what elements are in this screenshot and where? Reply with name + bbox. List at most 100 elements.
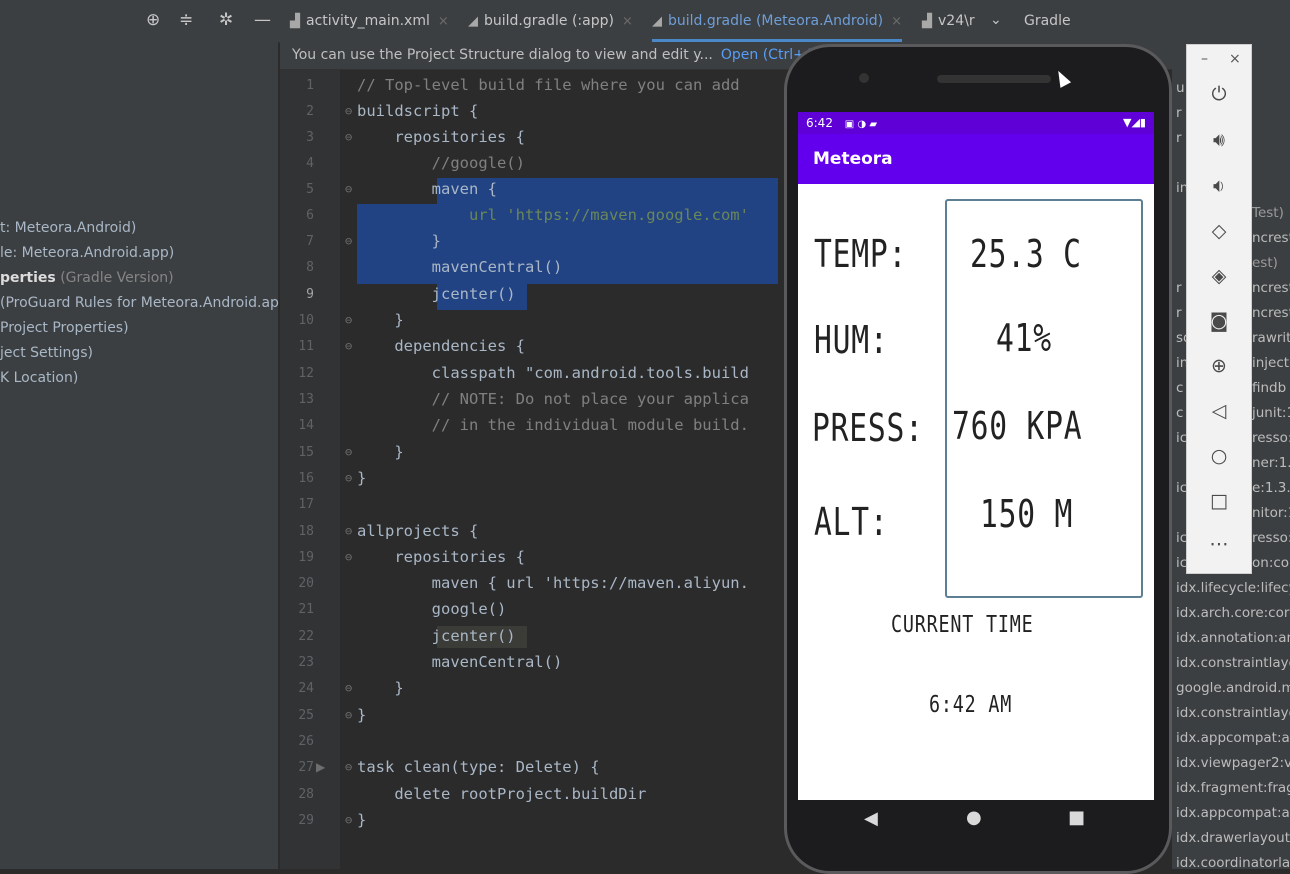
tab-build-gradle-project[interactable]: ◢ build.gradle (Meteora.Android) × xyxy=(652,0,903,42)
fold-marker-icon[interactable]: ⊖ xyxy=(345,760,352,774)
dependency-item[interactable]: r xyxy=(1176,130,1182,146)
nav-recents-icon[interactable]: ■ xyxy=(1068,807,1085,828)
dependency-item[interactable]: idx.lifecycle:lifecy xyxy=(1176,580,1290,596)
line-number: 23 xyxy=(298,655,314,670)
close-icon[interactable]: × xyxy=(891,14,902,29)
back-icon[interactable]: ◁ xyxy=(1187,400,1251,422)
dependency-item[interactable]: u xyxy=(1176,80,1185,96)
close-icon[interactable]: × xyxy=(1229,51,1241,67)
tab-v24[interactable]: ▟ v24\r xyxy=(922,0,975,42)
close-icon[interactable]: × xyxy=(438,14,449,29)
dependency-item[interactable]: idx.drawerlayout: xyxy=(1176,830,1290,846)
run-gutter-icon[interactable]: ▶ xyxy=(316,760,325,774)
dependency-item[interactable]: idx.fragment:frag xyxy=(1176,780,1290,796)
dependency-item[interactable]: idx.viewpager2:vi xyxy=(1176,755,1290,771)
camera-icon[interactable]: ◙ xyxy=(1187,310,1251,332)
dependency-item[interactable]: nitor:1 xyxy=(1252,505,1290,521)
fold-marker-icon[interactable]: ⊖ xyxy=(345,130,352,144)
dependency-item[interactable]: idx.arch.core:core xyxy=(1176,605,1290,621)
volume-down-icon[interactable]: 🔉︎ xyxy=(1187,175,1251,197)
dependency-item[interactable]: r xyxy=(1176,305,1182,321)
dependency-item[interactable]: ncrest xyxy=(1252,230,1290,246)
rotate-left-icon[interactable]: ◇ xyxy=(1187,220,1251,242)
dependency-item[interactable]: rawrit xyxy=(1252,330,1290,346)
fold-marker-icon[interactable]: ⊖ xyxy=(345,339,352,353)
fold-marker-icon[interactable]: ⊖ xyxy=(345,234,352,248)
alt-value: 150 M xyxy=(980,492,1074,536)
code-line: } xyxy=(357,811,367,829)
rotate-right-icon[interactable]: ◈ xyxy=(1187,265,1251,287)
fold-marker-icon[interactable]: ⊖ xyxy=(345,708,352,722)
nav-back-icon[interactable]: ◀ xyxy=(864,808,878,829)
power-icon[interactable]: ⏻ xyxy=(1187,83,1251,105)
project-item[interactable]: t: Meteora.Android) xyxy=(0,220,136,236)
crosshair-icon[interactable]: ⊕ xyxy=(146,10,160,30)
dependency-item[interactable]: resso: xyxy=(1252,530,1290,546)
code-line: allprojects { xyxy=(357,522,479,540)
tab-label: build.gradle (:app) xyxy=(484,13,614,29)
fold-marker-icon[interactable]: ⊖ xyxy=(345,313,352,327)
collapse-icon[interactable]: ≑ xyxy=(179,10,193,30)
home-icon[interactable]: ○ xyxy=(1187,445,1251,467)
more-icon[interactable]: ⋯ xyxy=(1187,533,1251,555)
zoom-icon[interactable]: ⊕ xyxy=(1187,355,1251,377)
tab-build-gradle-app[interactable]: ◢ build.gradle (:app) × xyxy=(468,0,633,42)
chevron-down-icon[interactable]: ⌄ xyxy=(990,12,1002,28)
dependency-item[interactable]: on:col xyxy=(1252,555,1290,571)
volume-up-icon[interactable]: 🔊︎ xyxy=(1187,129,1251,151)
fold-marker-icon[interactable]: ⊖ xyxy=(345,550,352,564)
dependency-item[interactable]: ncrest xyxy=(1252,305,1290,321)
dependency-item[interactable]: junit:1 xyxy=(1252,405,1290,421)
app-bar: Meteora xyxy=(798,134,1154,184)
dependency-item[interactable]: resso: xyxy=(1252,430,1290,446)
dependency-item[interactable]: r xyxy=(1176,280,1182,296)
project-item[interactable]: le: Meteora.Android.app) xyxy=(0,245,174,261)
project-item-hint: (Gradle Version) xyxy=(55,270,174,286)
fold-marker-icon[interactable]: ⊖ xyxy=(345,104,352,118)
project-item[interactable]: (ProGuard Rules for Meteora.Android.app xyxy=(0,295,288,311)
dependency-item[interactable]: idx.appcompat:ap xyxy=(1176,730,1290,746)
code-line: } xyxy=(357,469,367,487)
android-nav-bar: ◀ ● ■ xyxy=(798,800,1154,840)
dependency-item[interactable]: r xyxy=(1176,105,1182,121)
dependency-item[interactable]: idx.constraintlayo xyxy=(1176,705,1290,721)
dependency-item[interactable]: idx.annotation:an xyxy=(1176,630,1290,646)
dependency-item[interactable]: ncrest xyxy=(1252,280,1290,296)
hum-value: 41% xyxy=(996,316,1052,360)
close-icon[interactable]: × xyxy=(622,14,633,29)
gear-icon[interactable]: ✲ xyxy=(219,10,233,30)
project-item[interactable]: Project Properties) xyxy=(0,320,129,336)
dependency-item[interactable]: c xyxy=(1176,380,1183,396)
press-label: PRESS: xyxy=(812,406,924,450)
tab-activity-main[interactable]: ▟ activity_main.xml × xyxy=(290,0,449,42)
fold-marker-icon[interactable]: ⊖ xyxy=(345,182,352,196)
fold-marker-icon[interactable]: ⊖ xyxy=(345,524,352,538)
minimize-window-icon[interactable]: – xyxy=(1201,51,1208,67)
dependency-item[interactable]: findb xyxy=(1252,380,1286,396)
code-line: delete rootProject.buildDir xyxy=(357,785,647,803)
phone-screen[interactable]: 6:42 ▣ ◑ ▰ ▼◢▮ Meteora TEMP: HUM: PRESS:… xyxy=(798,112,1154,800)
dependency-item[interactable]: c xyxy=(1176,405,1183,421)
fold-marker-icon[interactable]: ⊖ xyxy=(345,471,352,485)
dependency-item[interactable]: ner:1.3 xyxy=(1252,455,1290,471)
code-line: } xyxy=(357,232,441,250)
gradle-tool-window-button[interactable]: Gradle xyxy=(1024,0,1071,42)
dependency-item[interactable]: e:1.3.0 xyxy=(1252,480,1290,496)
fold-marker-icon[interactable]: ⊖ xyxy=(345,681,352,695)
dependency-item[interactable]: google.android.m xyxy=(1176,680,1290,696)
dependency-item[interactable]: inject xyxy=(1252,355,1289,371)
project-item[interactable]: ject Settings) xyxy=(0,345,93,361)
nav-home-icon[interactable]: ● xyxy=(966,807,982,828)
project-item[interactable]: perties (Gradle Version) xyxy=(0,270,174,286)
dependency-item[interactable]: est) xyxy=(1252,255,1278,271)
fold-marker-icon[interactable]: ⊖ xyxy=(345,445,352,459)
overview-icon[interactable]: □ xyxy=(1187,490,1251,512)
gradle-label: Gradle xyxy=(1024,13,1071,29)
dependency-item[interactable]: Test) xyxy=(1252,205,1284,221)
dependency-item[interactable]: idx.appcompat:ap xyxy=(1176,805,1290,821)
fold-marker-icon[interactable]: ⊖ xyxy=(345,813,352,827)
emulator-toolbar: – × ⏻ 🔊︎ 🔉︎ ◇ ◈ ◙ ⊕ ◁ ○ □ ⋯ xyxy=(1186,44,1252,574)
dependency-item[interactable]: idx.constraintlayo xyxy=(1176,655,1290,671)
minimize-panel-icon[interactable]: — xyxy=(254,10,271,30)
project-item[interactable]: K Location) xyxy=(0,370,78,386)
